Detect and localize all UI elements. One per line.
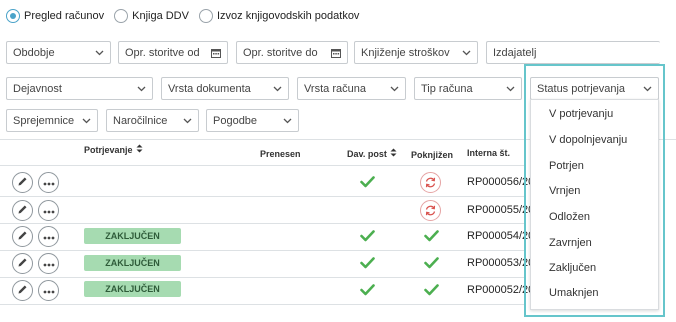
chevron-down-icon — [283, 116, 292, 125]
radio-button-pregled[interactable] — [6, 9, 20, 23]
more-icon — [43, 231, 55, 243]
more-button[interactable] — [38, 280, 59, 301]
izdajatelj-label: Izdajatelj — [493, 46, 537, 59]
more-button[interactable] — [38, 253, 59, 274]
sort-icon[interactable] — [390, 148, 397, 159]
column-header-potrjevanje-label: Potrjevanje — [84, 144, 133, 155]
column-header-interna[interactable]: Interna št. — [467, 148, 510, 158]
calendar-icon[interactable] — [331, 48, 341, 58]
pencil-icon — [17, 284, 28, 298]
sync-icon[interactable] — [420, 200, 441, 221]
more-icon — [43, 177, 55, 189]
opr-storitve-od-input[interactable]: Opr. storitve od — [118, 41, 228, 64]
opr-do-label: Opr. storitve do — [243, 46, 318, 59]
chevron-down-icon — [82, 116, 91, 125]
edit-button[interactable] — [12, 280, 33, 301]
pencil-icon — [17, 230, 28, 244]
dropdown-item-v-dopolnjevanju[interactable]: V dopolnjevanju — [549, 134, 627, 146]
dropdown-item-zakljucen[interactable]: Zaključen — [549, 262, 596, 274]
radio-label-izvoz: Izvoz knjigovodskih podatkov — [216, 10, 360, 22]
check-icon — [360, 230, 375, 245]
chevron-down-icon — [183, 116, 192, 125]
check-icon — [360, 257, 375, 272]
check-icon — [424, 230, 439, 245]
dropdown-item-potrjen[interactable]: Potrjen — [549, 160, 584, 172]
sync-icon[interactable] — [420, 172, 441, 193]
column-header-prenesen[interactable]: Prenesen — [260, 149, 301, 159]
check-icon — [424, 257, 439, 272]
column-header-dav-post-label: Dav. post — [347, 148, 387, 159]
opr-storitve-do-input[interactable]: Opr. storitve do — [236, 41, 348, 64]
obdobje-label: Obdobje — [13, 46, 55, 59]
vrsta-racuna-label: Vrsta računa — [304, 82, 366, 95]
view-mode-radio-group: Pregled računov Knjiga DDV Izvoz knjigov… — [6, 9, 363, 23]
pencil-icon — [17, 176, 28, 190]
sprejemnice-select[interactable]: Sprejemnice — [6, 109, 98, 132]
status-badge: ZAKLJUČEN — [84, 255, 181, 271]
radio-option-izvoz[interactable]: Izvoz knjigovodskih podatkov — [198, 9, 360, 23]
knjizenje-stroskov-select[interactable]: Knjiženje stroškov — [354, 41, 478, 64]
narocilnice-label: Naročilnice — [113, 114, 168, 127]
chevron-down-icon — [390, 84, 399, 93]
vrsta-racuna-select[interactable]: Vrsta računa — [297, 77, 406, 100]
pencil-icon — [17, 204, 28, 218]
pogodbe-select[interactable]: Pogodbe — [206, 109, 299, 132]
radio-option-knjiga-ddv[interactable]: Knjiga DDV — [114, 9, 189, 23]
more-icon — [43, 205, 55, 217]
dropdown-item-odlozen[interactable]: Odložen — [549, 211, 590, 223]
column-header-poknjizen[interactable]: Poknjižen — [411, 150, 453, 160]
chevron-down-icon — [506, 84, 515, 93]
radio-label-knjiga-ddv: Knjiga DDV — [132, 10, 189, 22]
tip-racuna-select[interactable]: Tip računa — [414, 77, 522, 100]
knjizenje-label: Knjiženje stroškov — [361, 46, 450, 59]
sprejemnice-label: Sprejemnice — [13, 114, 75, 127]
dropdown-item-umaknjen[interactable]: Umaknjen — [549, 287, 599, 299]
check-icon — [360, 284, 375, 299]
radio-button-izvoz[interactable] — [198, 9, 213, 23]
dropdown-item-zavrnjen[interactable]: Zavrnjen — [549, 237, 592, 249]
vrsta-dokumenta-select[interactable]: Vrsta dokumenta — [161, 77, 289, 100]
column-header-potrjevanje[interactable]: Potrjevanje — [84, 144, 143, 155]
check-icon — [424, 284, 439, 299]
header-divider — [0, 165, 524, 166]
status-badge: ZAKLJUČEN — [84, 228, 181, 244]
calendar-icon[interactable] — [211, 48, 221, 58]
edit-button[interactable] — [12, 253, 33, 274]
chevron-down-icon — [273, 84, 282, 93]
chevron-down-icon — [462, 48, 471, 57]
status-badge: ZAKLJUČEN — [84, 281, 181, 297]
radio-label-pregled: Pregled računov — [24, 10, 105, 22]
dejavnost-select[interactable]: Dejavnost — [6, 77, 153, 100]
more-icon — [43, 258, 55, 270]
narocilnice-select[interactable]: Naročilnice — [106, 109, 199, 132]
dejavnost-label: Dejavnost — [13, 82, 62, 95]
edit-button[interactable] — [12, 226, 33, 247]
dropdown-item-vrnjen[interactable]: Vrnjen — [549, 185, 580, 197]
radio-option-pregled[interactable]: Pregled računov — [6, 9, 104, 23]
check-icon — [360, 176, 375, 191]
more-button[interactable] — [38, 200, 59, 221]
vrsta-dokumenta-label: Vrsta dokumenta — [168, 82, 251, 95]
chevron-down-icon — [137, 84, 146, 93]
more-icon — [43, 285, 55, 297]
more-button[interactable] — [38, 226, 59, 247]
more-button[interactable] — [38, 172, 59, 193]
edit-button[interactable] — [12, 172, 33, 193]
pencil-icon — [17, 257, 28, 271]
column-header-dav-post[interactable]: Dav. post — [347, 148, 397, 159]
izdajatelj-input[interactable]: Izdajatelj — [486, 41, 660, 64]
obdobje-select[interactable]: Obdobje — [6, 41, 111, 64]
chevron-down-icon — [95, 48, 104, 57]
row-divider — [0, 304, 524, 305]
radio-button-knjiga-ddv[interactable] — [114, 9, 129, 23]
opr-od-label: Opr. storitve od — [125, 46, 200, 59]
tip-racuna-label: Tip računa — [421, 82, 473, 95]
pogodbe-label: Pogodbe — [213, 114, 258, 127]
status-dropdown-menu: V potrjevanju V dopolnjevanju Potrjen Vr… — [530, 99, 659, 310]
edit-button[interactable] — [12, 200, 33, 221]
sort-icon[interactable] — [136, 144, 143, 155]
dropdown-item-v-potrjevanju[interactable]: V potrjevanju — [549, 108, 613, 120]
